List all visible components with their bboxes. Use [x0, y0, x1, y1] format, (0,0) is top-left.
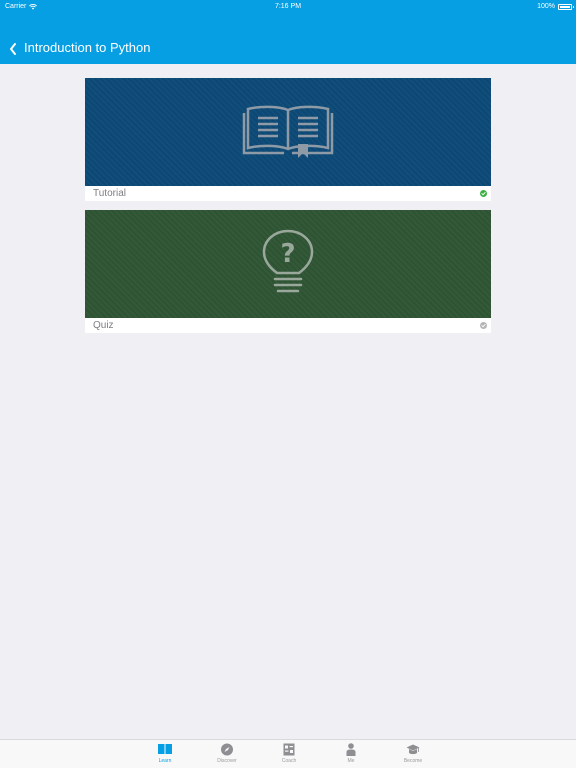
quiz-card[interactable]: ? Quiz [85, 210, 491, 333]
chevron-left-icon [10, 43, 16, 55]
compass-icon [221, 743, 233, 756]
tab-label: Become [403, 758, 423, 764]
person-icon [346, 743, 356, 756]
battery-icon [558, 4, 574, 10]
tab-label: Learn [158, 758, 172, 764]
graduation-cap-icon [406, 744, 420, 755]
tab-label: Discover [217, 758, 237, 764]
checkmark-circle-icon [480, 190, 487, 197]
tutorial-card-image [85, 78, 491, 186]
tab-become[interactable]: Become [382, 740, 444, 768]
tab-learn[interactable]: Learn [134, 740, 196, 768]
status-bar: Carrier 7:16 PM 100% [0, 0, 576, 14]
open-book-icon [242, 105, 334, 158]
quiz-card-footer: Quiz [85, 318, 491, 333]
battery-percent: 100% [537, 3, 555, 10]
tutorial-card[interactable]: Tutorial [85, 78, 491, 201]
status-time: 7:16 PM [274, 3, 302, 10]
card-label: Tutorial [93, 188, 126, 199]
tab-me[interactable]: Me [320, 740, 382, 768]
header: Carrier 7:16 PM 100% Introduction to Pyt… [0, 0, 576, 64]
status-right: 100% [537, 1, 574, 13]
page-title: Introduction to Python [24, 40, 151, 55]
grid-icon [283, 743, 295, 756]
tab-label: Me [347, 758, 355, 764]
checkmark-circle-icon [480, 322, 487, 329]
book-icon [158, 744, 172, 754]
card-label: Quiz [93, 320, 114, 331]
tutorial-card-footer: Tutorial [85, 186, 491, 201]
tab-label: Coach [281, 758, 297, 764]
nav-bar: Introduction to Python [0, 38, 576, 64]
lightbulb-question-icon: ? [262, 229, 314, 293]
back-button[interactable]: Introduction to Python [0, 38, 150, 58]
tab-coach[interactable]: Coach [258, 740, 320, 768]
tab-discover[interactable]: Discover [196, 740, 258, 768]
quiz-card-image: ? [85, 210, 491, 318]
svg-text:?: ? [280, 239, 295, 269]
tab-bar: Learn Discover Coach Me Become [0, 739, 576, 768]
